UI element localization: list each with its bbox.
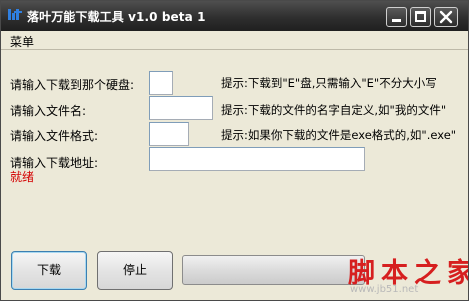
format-input[interactable] [149, 122, 189, 146]
leaf-app-icon [7, 7, 23, 23]
minimize-button[interactable] [386, 7, 407, 27]
disk-input[interactable] [149, 71, 173, 95]
window-title: 落叶万能下载工具 v1.0 beta 1 [27, 10, 206, 24]
stop-button[interactable]: 停止 [97, 251, 173, 290]
filename-input[interactable] [149, 96, 213, 120]
close-button[interactable] [434, 7, 458, 27]
format-label: 请输入文件格式: [10, 129, 99, 143]
filename-label: 请输入文件名: [10, 104, 87, 118]
minimize-icon [392, 19, 401, 22]
maximize-icon [415, 11, 426, 22]
disk-label: 请输入下载到那个硬盘: [10, 78, 135, 92]
watermark-url: www.jb51.net [350, 284, 419, 295]
app-window: 落叶万能下载工具 v1.0 beta 1 菜单 请输入下载到那个硬盘: 提示:下… [0, 0, 469, 301]
download-button[interactable]: 下载 [11, 251, 87, 290]
close-icon [439, 10, 453, 24]
url-input[interactable] [149, 147, 365, 171]
filename-hint: 提示:下载的文件的名字自定义,如"我的文件" [221, 103, 447, 117]
disk-hint: 提示:下载到"E"盘,只需输入"E"不分大小写 [221, 76, 437, 90]
watermark: 脚本之家 www.jb51.net [346, 249, 468, 300]
title-bar[interactable]: 落叶万能下载工具 v1.0 beta 1 [1, 1, 468, 31]
download-progress-bar [182, 255, 365, 285]
maximize-button[interactable] [410, 7, 431, 27]
menu-bar: 菜单 [1, 31, 468, 50]
status-text: 就绪 [10, 170, 35, 184]
format-hint: 提示:如果你下载的文件是exe格式的,如".exe" [221, 128, 457, 142]
menu-main[interactable]: 菜单 [10, 33, 34, 50]
